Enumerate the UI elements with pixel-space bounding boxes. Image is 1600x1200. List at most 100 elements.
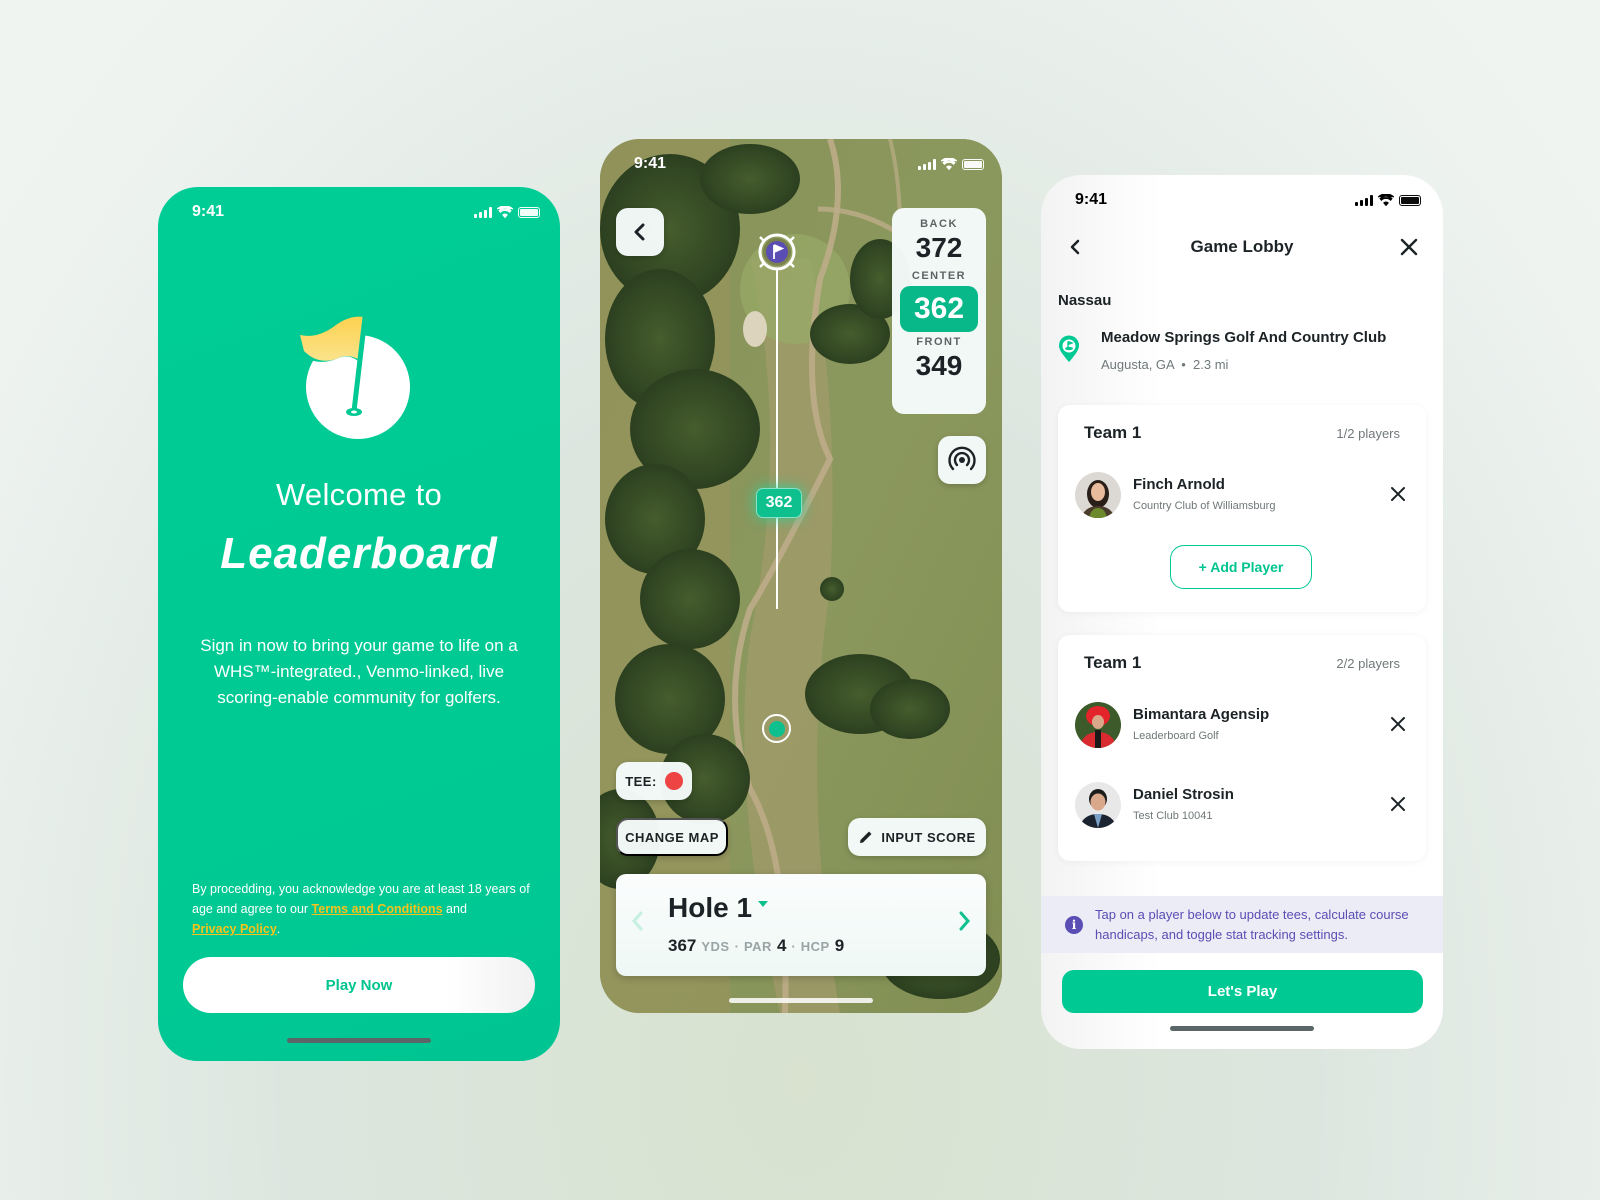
course-name[interactable]: Meadow Springs Golf And Country Club xyxy=(1101,329,1386,346)
hole-info-card[interactable]: Hole 1 367 YDS · PAR 4 · HCP 9 xyxy=(616,874,986,976)
game-lobby-screen: 9:41 Game Lobby Nassau Meadow Springs Go… xyxy=(1041,175,1443,1049)
legal-notice: By procedding, you acknowledge you are a… xyxy=(192,879,542,939)
status-bar: 9:41 xyxy=(1041,175,1443,225)
team-player-count: 1/2 players xyxy=(1336,426,1400,441)
welcome-description: Sign in now to bring your game to life o… xyxy=(200,636,518,707)
team-card: Team 1 2/2 players Bimantara Agensip Lea… xyxy=(1058,635,1426,861)
page-title: Game Lobby xyxy=(1190,237,1294,256)
course-location: Augusta, GA xyxy=(1101,357,1174,372)
cellular-signal-icon xyxy=(1355,194,1373,206)
hole-par: 4 xyxy=(776,936,787,955)
legal-text: . xyxy=(276,922,281,936)
wifi-icon xyxy=(497,206,513,218)
home-indicator[interactable] xyxy=(287,1038,431,1043)
close-icon[interactable] xyxy=(1388,484,1408,504)
input-score-label: INPUT SCORE xyxy=(881,829,976,845)
separator: • xyxy=(1181,357,1186,372)
close-icon[interactable] xyxy=(1397,235,1421,259)
pencil-icon xyxy=(860,831,872,843)
player-club: Country Club of Williamsburg xyxy=(1133,500,1276,512)
yards-unit: YDS xyxy=(701,939,730,954)
player-name: Daniel Strosin xyxy=(1133,786,1234,803)
status-bar: 9:41 xyxy=(600,139,1002,189)
play-now-button[interactable]: Play Now xyxy=(183,957,535,1013)
hole-selector[interactable]: Hole 1 xyxy=(668,892,769,924)
front-distance: 349 xyxy=(915,350,963,381)
brand-name: Leaderboard xyxy=(220,529,498,578)
lets-play-button[interactable]: Let's Play xyxy=(1062,970,1423,1013)
status-time: 9:41 xyxy=(1075,191,1108,208)
hole-yards: 367 xyxy=(668,936,697,955)
status-time: 9:41 xyxy=(192,203,225,220)
welcome-heading: Welcome to xyxy=(275,477,443,512)
tee-label: TEE: xyxy=(625,773,657,789)
hcp-label: HCP xyxy=(800,939,830,954)
team-card: Team 1 1/2 players Finch Arnold Country … xyxy=(1058,405,1426,612)
cellular-signal-icon xyxy=(918,158,936,170)
ball-position-marker[interactable] xyxy=(762,714,791,743)
location-button[interactable] xyxy=(938,436,986,484)
terms-link[interactable]: Terms and Conditions xyxy=(312,902,443,916)
wifi-icon xyxy=(941,158,957,170)
hole-title: Hole 1 xyxy=(668,892,753,923)
team-name: Team 1 xyxy=(1084,423,1142,442)
status-time: 9:41 xyxy=(634,155,667,172)
hole-hcp: 9 xyxy=(834,936,845,955)
change-map-button[interactable]: CHANGE MAP xyxy=(616,818,728,856)
par-label: PAR xyxy=(743,939,772,954)
info-banner: i Tap on a player below to update tees, … xyxy=(1041,896,1443,953)
chevron-right-icon[interactable] xyxy=(958,910,972,932)
shot-line xyxy=(776,269,778,609)
location-radar-icon xyxy=(948,446,976,471)
info-text: Tap on a player below to update tees, ca… xyxy=(1095,906,1409,942)
welcome-screen: 9:41 Welcome to Leaderboard Sign in now … xyxy=(158,187,560,1061)
distance-chip[interactable]: 362 xyxy=(756,488,802,518)
player-club: Test Club 10041 xyxy=(1133,810,1213,822)
player-name: Bimantara Agensip xyxy=(1133,706,1270,723)
chevron-left-icon[interactable] xyxy=(630,910,644,932)
close-icon[interactable] xyxy=(1388,714,1408,734)
flag-pin-icon[interactable] xyxy=(757,232,797,272)
course-distance: 2.3 mi xyxy=(1193,357,1229,372)
hole-stats: 367 YDS · PAR 4 · HCP 9 xyxy=(668,936,844,956)
home-indicator[interactable] xyxy=(1170,1026,1314,1031)
legal-text: and xyxy=(442,902,467,916)
back-button[interactable] xyxy=(616,208,664,256)
course-meta: Augusta, GA • 2.3 mi xyxy=(1101,357,1228,372)
caret-down-icon xyxy=(758,901,769,907)
close-icon[interactable] xyxy=(1388,794,1408,814)
front-label: FRONT xyxy=(916,336,962,348)
hole-map-screen: 9:41 BACK 372 CENTER 362 FRONT 349 362 T… xyxy=(600,139,1002,1013)
player-row[interactable]: Bimantara Agensip Leaderboard Golf xyxy=(1058,702,1426,750)
privacy-link[interactable]: Privacy Policy xyxy=(192,922,277,936)
player-row[interactable]: Daniel Strosin Test Club 10041 xyxy=(1058,782,1426,830)
back-distance: 372 xyxy=(915,232,963,263)
center-distance: 362 xyxy=(900,286,978,332)
team-name: Team 1 xyxy=(1084,653,1142,672)
golf-flag-hole-icon xyxy=(298,315,410,439)
add-player-button[interactable]: + Add Player xyxy=(1170,545,1312,589)
separator: · xyxy=(734,939,739,954)
game-type: Nassau xyxy=(1058,292,1112,309)
player-row[interactable]: Finch Arnold Country Club of Williamsbur… xyxy=(1058,472,1426,520)
tee-color-dot xyxy=(664,772,683,790)
info-icon: i xyxy=(1065,915,1083,934)
status-bar: 9:41 xyxy=(158,187,560,237)
chevron-left-icon xyxy=(634,223,645,241)
tee-selector[interactable]: TEE: xyxy=(616,762,692,800)
distance-panel: BACK 372 CENTER 362 FRONT 349 xyxy=(892,208,986,414)
avatar xyxy=(1075,472,1121,518)
player-club: Leaderboard Golf xyxy=(1133,730,1219,742)
home-indicator[interactable] xyxy=(729,998,873,1003)
team-player-count: 2/2 players xyxy=(1336,656,1400,671)
golf-location-pin-icon xyxy=(1059,335,1079,362)
input-score-button[interactable]: INPUT SCORE xyxy=(848,818,986,856)
battery-icon xyxy=(962,158,984,170)
cellular-signal-icon xyxy=(474,206,492,218)
center-label: CENTER xyxy=(911,270,967,282)
avatar xyxy=(1075,702,1121,748)
separator: · xyxy=(791,939,796,954)
player-name: Finch Arnold xyxy=(1133,476,1225,493)
battery-icon xyxy=(1399,194,1421,206)
avatar xyxy=(1075,782,1121,828)
